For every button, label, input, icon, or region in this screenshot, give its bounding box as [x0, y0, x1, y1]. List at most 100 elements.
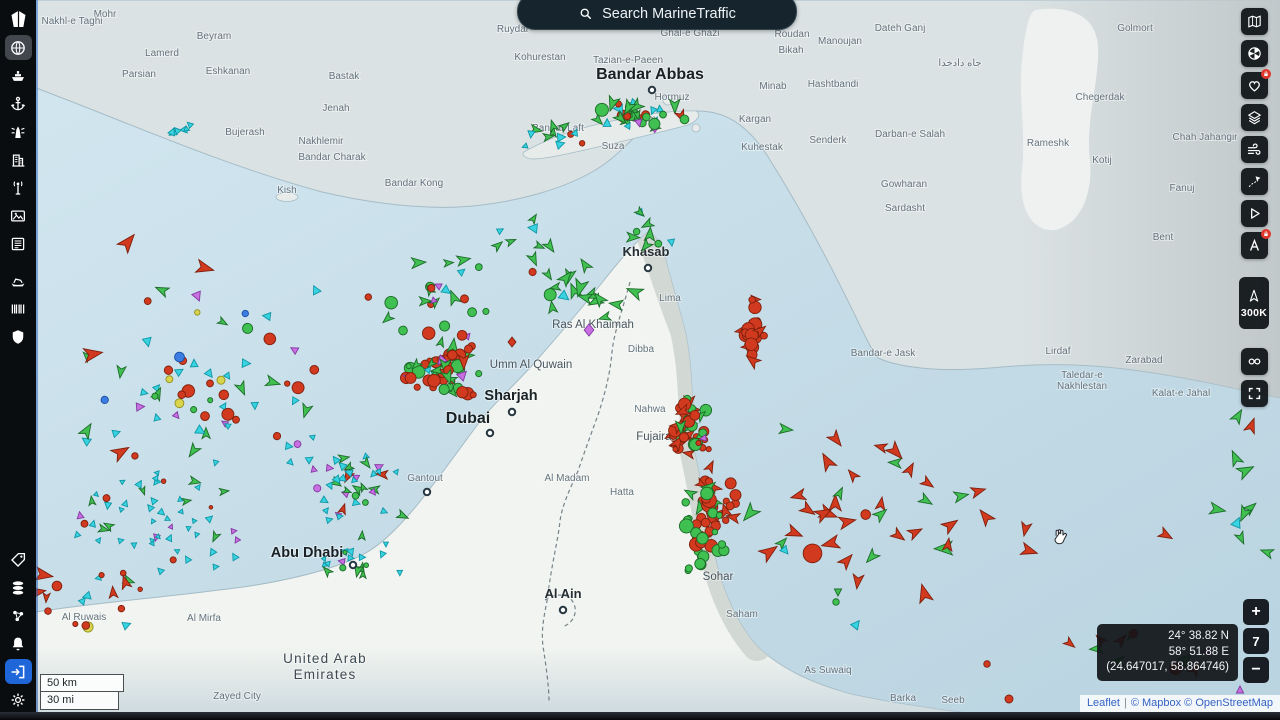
vessel-marker[interactable]	[712, 529, 718, 535]
zoom-out-button[interactable]: −	[1243, 657, 1269, 683]
map-label: Al Madam	[544, 473, 589, 484]
vessel-marker[interactable]	[1005, 695, 1013, 703]
vessel-marker[interactable]	[718, 541, 726, 549]
map-label: Bandar Abbas	[596, 66, 704, 83]
city-dot	[645, 265, 651, 271]
photos-icon	[9, 207, 27, 225]
locked-badge	[1261, 69, 1271, 79]
vessel-marker[interactable]	[706, 446, 712, 452]
sidebar-item-vessels[interactable]	[5, 63, 32, 88]
vessel-marker[interactable]	[52, 581, 62, 591]
voyage-planner-icon	[1246, 173, 1263, 190]
map-label: Golmort	[1117, 23, 1153, 34]
vessel-marker[interactable]	[138, 587, 143, 592]
voyage-planner-button[interactable]	[1241, 168, 1268, 195]
map-label: Chah Jahangir	[1172, 132, 1238, 143]
sidebar-item-protect[interactable]	[5, 324, 32, 349]
vessel-marker[interactable]	[659, 111, 666, 118]
vessel-marker[interactable]	[242, 323, 253, 334]
map-label: Bent	[1153, 232, 1174, 243]
map-label: Kargan	[739, 114, 771, 125]
layers-button[interactable]	[1241, 104, 1268, 131]
map-canvas[interactable]: MohrNakhl-e TaghiBeyramLamerdParsianEshk…	[0, 0, 1280, 720]
map-label: Beyram	[197, 31, 231, 42]
vessel-count-label: 300K	[1241, 307, 1267, 319]
containers-icon	[9, 300, 27, 318]
map-label: Bikah	[778, 45, 803, 56]
scale-bar: 50 km 30 mi	[40, 674, 124, 710]
vessel-marker[interactable]	[209, 505, 213, 509]
sidebar-item-settings[interactable]	[5, 687, 32, 712]
vessel-marker[interactable]	[152, 393, 158, 399]
leaflet-link[interactable]: Leaflet	[1087, 697, 1120, 709]
map-label: Bandar-e Jask	[851, 348, 916, 359]
map-label: Barka	[890, 693, 917, 704]
sidebar-item-lights[interactable]	[5, 119, 32, 144]
map-label: Kish	[277, 185, 296, 196]
sidebar-item-containers[interactable]	[5, 296, 32, 321]
sidebar-item-datasets[interactable]	[5, 575, 32, 600]
sidebar-item-companies[interactable]	[5, 147, 32, 172]
coordinates-decimal: (24.647017, 58.864746)	[1106, 660, 1229, 676]
favorites-button[interactable]	[1241, 72, 1268, 99]
tags-icon	[9, 551, 27, 569]
vessel-count-button[interactable]: 300K	[1239, 277, 1269, 329]
sidebar-item-pilots[interactable]	[5, 268, 32, 293]
vessel-marker[interactable]	[309, 365, 319, 375]
city-dot	[424, 489, 430, 495]
ports-icon	[9, 95, 27, 113]
fullscreen-button[interactable]	[1241, 380, 1268, 407]
vessel-marker[interactable]	[339, 564, 346, 571]
vessel-marker[interactable]	[860, 509, 870, 519]
vessel-marker[interactable]	[833, 599, 839, 605]
sidebar-bottom-group	[5, 547, 32, 720]
map-styles-icon	[1246, 13, 1263, 30]
map-label: Kohurestan	[514, 52, 565, 63]
hand-cursor	[1050, 527, 1071, 548]
vessel-marker[interactable]	[406, 363, 412, 369]
map-label: Gantout	[407, 473, 443, 484]
map-label: Dateh Ganj	[875, 23, 926, 34]
map-label: Suza	[602, 141, 625, 152]
map-label: Fanuj	[1169, 183, 1194, 194]
vessel-marker[interactable]	[984, 661, 990, 667]
sidebar-item-ports[interactable]	[5, 91, 32, 116]
vessel-marker[interactable]	[81, 520, 89, 528]
map-label: Taledar-e	[1061, 370, 1103, 381]
news-icon	[9, 235, 27, 253]
playback-button[interactable]	[1241, 200, 1268, 227]
vessel-marker[interactable]	[343, 550, 347, 554]
mapbox-osm-links[interactable]: © Mapbox © OpenStreetMap	[1131, 697, 1273, 709]
sidebar-item-notifications[interactable]	[5, 631, 32, 656]
sidebar-item-integrations[interactable]	[5, 603, 32, 628]
map-label: Chegerdak	[1076, 92, 1126, 103]
map-label: Tazian-e-Paeen	[593, 55, 663, 66]
favorites-icon	[1246, 77, 1263, 94]
zoom-in-button[interactable]: +	[1243, 599, 1269, 625]
sidebar-item-news[interactable]	[5, 231, 32, 256]
sidebar-item-photos[interactable]	[5, 203, 32, 228]
search-bar[interactable]: Search MarineTraffic	[517, 0, 797, 30]
map-label: Emirates	[294, 667, 357, 682]
map-styles-button[interactable]	[1241, 8, 1268, 35]
map-label: Al Ain	[544, 586, 581, 601]
sign-in-icon	[9, 663, 27, 681]
vessel-marker[interactable]	[170, 557, 177, 564]
past-track-button[interactable]	[1241, 348, 1268, 375]
sidebar-item-logo[interactable]	[5, 7, 32, 32]
scale-metric: 50 km	[40, 674, 124, 692]
map-label: United Arab	[283, 651, 367, 666]
vessel-marker[interactable]	[72, 621, 78, 627]
vessel-marker[interactable]	[45, 608, 52, 615]
map-label: Kuhestak	[741, 142, 784, 153]
sidebar-item-tags[interactable]	[5, 547, 32, 572]
vessel-labels-button[interactable]	[1241, 232, 1268, 259]
map-label: Hashtbandi	[808, 79, 859, 90]
vessel-marker[interactable]	[422, 327, 435, 340]
weather-button[interactable]	[1241, 136, 1268, 163]
basemap-globe-icon	[1246, 45, 1263, 62]
basemap-globe-button[interactable]	[1241, 40, 1268, 67]
sidebar-item-sign-in[interactable]	[5, 659, 32, 684]
sidebar-item-stations[interactable]	[5, 175, 32, 200]
sidebar-item-live-map[interactable]	[5, 35, 32, 60]
